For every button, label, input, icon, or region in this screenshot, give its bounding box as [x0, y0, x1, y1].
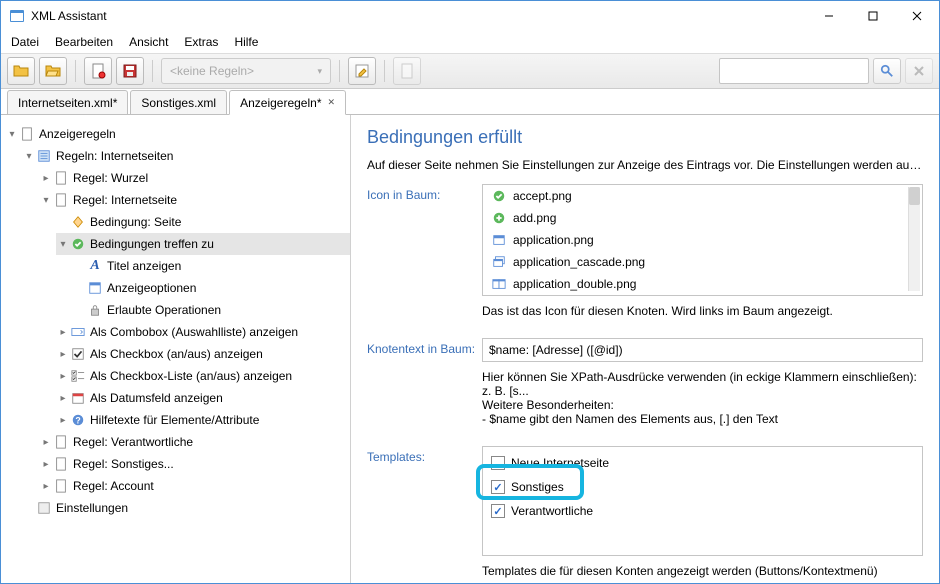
- tree-combobox[interactable]: ▸Als Combobox (Auswahlliste) anzeigen: [56, 321, 350, 343]
- tree-pane: ▾Anzeigeregeln ▾Regeln: Internetseiten ▸…: [1, 115, 351, 583]
- menu-ansicht[interactable]: Ansicht: [129, 35, 168, 49]
- menu-bearbeiten[interactable]: Bearbeiten: [55, 35, 113, 49]
- tab-internetseiten[interactable]: Internetseiten.xml*: [7, 90, 128, 115]
- tree-anzeigeoptionen[interactable]: Anzeigeoptionen: [73, 277, 350, 299]
- tab-anzeigeregeln[interactable]: Anzeigeregeln*✕: [229, 90, 346, 115]
- tree-titel-anzeigen[interactable]: ATitel anzeigen: [73, 255, 350, 277]
- menu-hilfe[interactable]: Hilfe: [234, 35, 258, 49]
- app-cascade-icon: [491, 254, 507, 270]
- tree-datumsfeld[interactable]: ▸Als Datumsfeld anzeigen: [56, 387, 350, 409]
- tree-erlaubte-operationen[interactable]: Erlaubte Operationen: [73, 299, 350, 321]
- menu-datei[interactable]: Datei: [11, 35, 39, 49]
- accept-icon: [70, 236, 86, 252]
- tree-einstellungen[interactable]: Einstellungen: [22, 497, 350, 519]
- tree-regel-verantwortliche[interactable]: ▸Regel: Verantwortliche: [39, 431, 350, 453]
- window-title: XML Assistant: [31, 9, 807, 23]
- tree-checkbox-liste[interactable]: ▸Als Checkbox-Liste (an/aus) anzeigen: [56, 365, 350, 387]
- page-icon: [53, 170, 69, 186]
- form-pane: Bedingungen erfüllt Auf dieser Seite neh…: [351, 115, 939, 583]
- tree-regel-sonstiges[interactable]: ▸Regel: Sonstiges...: [39, 453, 350, 475]
- app-icon: [9, 8, 25, 24]
- add-icon: [491, 210, 507, 226]
- list-icon: [36, 148, 52, 164]
- help-icon: ?: [70, 412, 86, 428]
- rules-dropdown[interactable]: <keine Regeln>: [161, 58, 331, 84]
- tree-bedingungen-treffen-zu[interactable]: ▾Bedingungen treffen zu: [56, 233, 350, 255]
- tree-regel-wurzel[interactable]: ▸Regel: Wurzel: [39, 167, 350, 189]
- edit-button[interactable]: [348, 57, 376, 85]
- tree-checkbox[interactable]: ▸Als Checkbox (an/aus) anzeigen: [56, 343, 350, 365]
- icon-item[interactable]: application.png: [483, 229, 922, 251]
- titlebar: XML Assistant: [1, 1, 939, 31]
- icon-list[interactable]: accept.png add.png application.png appli…: [482, 184, 923, 296]
- menubar: Datei Bearbeiten Ansicht Extras Hilfe: [1, 31, 939, 53]
- form-desc: Auf dieser Seite nehmen Sie Einstellunge…: [367, 158, 923, 172]
- settings-icon: [36, 500, 52, 516]
- tree-root[interactable]: ▾Anzeigeregeln: [5, 123, 350, 145]
- tab-sonstiges[interactable]: Sonstiges.xml: [130, 90, 227, 115]
- checkbox[interactable]: [491, 456, 505, 470]
- template-item[interactable]: Neue Internetseite: [483, 451, 922, 475]
- page-icon: [53, 478, 69, 494]
- tree-regeln-internetseiten[interactable]: ▾Regeln: Internetseiten: [22, 145, 350, 167]
- icon-item[interactable]: accept.png: [483, 185, 922, 207]
- label-knotentext: Knotentext in Baum:: [367, 338, 482, 356]
- search-input[interactable]: [719, 58, 869, 84]
- diamond-icon: [70, 214, 86, 230]
- form-heading: Bedingungen erfüllt: [367, 127, 923, 148]
- rules-dropdown-label: <keine Regeln>: [170, 64, 254, 78]
- calendar-icon: [70, 390, 86, 406]
- page-icon: [53, 456, 69, 472]
- help-templates: Templates die für diesen Konten angezeig…: [482, 564, 923, 578]
- icon-item[interactable]: add.png: [483, 207, 922, 229]
- tree-regel-account[interactable]: ▸Regel: Account: [39, 475, 350, 497]
- page-icon: [53, 434, 69, 450]
- lock-icon: [87, 302, 103, 318]
- new-doc-button[interactable]: [84, 57, 112, 85]
- tree-hilfetexte[interactable]: ▸?Hilfetexte für Elemente/Attribute: [56, 409, 350, 431]
- open-button[interactable]: [7, 57, 35, 85]
- close-button[interactable]: [895, 1, 939, 31]
- tree-bedingung-seite[interactable]: Bedingung: Seite: [56, 211, 350, 233]
- save-button[interactable]: [116, 57, 144, 85]
- combo-icon: [70, 324, 86, 340]
- font-icon: A: [87, 258, 103, 274]
- checkbox[interactable]: [491, 504, 505, 518]
- doc-button[interactable]: [393, 57, 421, 85]
- maximize-button[interactable]: [851, 1, 895, 31]
- template-item[interactable]: Verantwortliche: [483, 499, 922, 523]
- template-list: Neue Internetseite Sonstiges Verantwortl…: [482, 446, 923, 556]
- tree-regel-internetseite[interactable]: ▾Regel: Internetseite: [39, 189, 350, 211]
- tabbar: Internetseiten.xml* Sonstiges.xml Anzeig…: [1, 89, 939, 115]
- window-icon: [87, 280, 103, 296]
- label-templates: Templates:: [367, 446, 482, 464]
- close-icon[interactable]: ✕: [328, 97, 336, 108]
- accept-icon: [491, 188, 507, 204]
- label-icon: Icon in Baum:: [367, 184, 482, 202]
- svg-text:?: ?: [75, 416, 80, 426]
- checklist-icon: [70, 368, 86, 384]
- help-knot: Hier können Sie XPath-Ausdrücke verwende…: [482, 370, 923, 426]
- scrollbar[interactable]: [908, 187, 920, 291]
- menu-extras[interactable]: Extras: [184, 35, 218, 49]
- minimize-button[interactable]: [807, 1, 851, 31]
- application-icon: [491, 232, 507, 248]
- knotentext-input[interactable]: [482, 338, 923, 362]
- doc-icon: [19, 126, 35, 142]
- icon-item[interactable]: application_double.png: [483, 273, 922, 295]
- icon-item[interactable]: application_cascade.png: [483, 251, 922, 273]
- checkbox-icon: [70, 346, 86, 362]
- search-button[interactable]: [873, 58, 901, 84]
- checkbox[interactable]: [491, 480, 505, 494]
- page-icon: [53, 192, 69, 208]
- clear-search-button[interactable]: [905, 58, 933, 84]
- open2-button[interactable]: [39, 57, 67, 85]
- app-double-icon: [491, 276, 507, 292]
- template-item[interactable]: Sonstiges: [483, 475, 922, 499]
- help-icon-text: Das ist das Icon für diesen Knoten. Wird…: [482, 304, 923, 318]
- toolbar: <keine Regeln>: [1, 53, 939, 89]
